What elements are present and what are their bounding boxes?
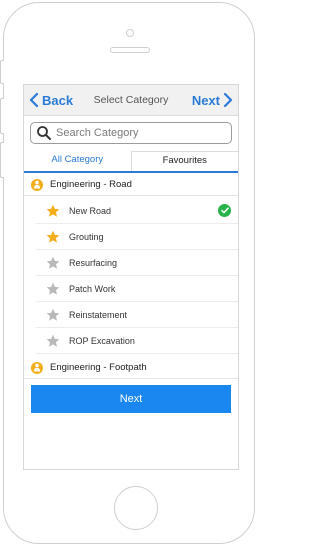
star-icon[interactable] <box>46 204 60 218</box>
list-item-label: ROP Excavation <box>69 335 135 346</box>
next-button[interactable]: Next <box>31 385 231 413</box>
list-item-label: New Road <box>69 205 112 216</box>
list-item-label: Patch Work <box>69 283 116 294</box>
phone-volume-up-button <box>0 98 4 134</box>
group-label: Engineering - Footpath <box>50 362 147 373</box>
group-header-engineering-footpath[interactable]: Engineering - Footpath <box>24 357 238 379</box>
list-item[interactable]: Patch Work <box>36 276 238 302</box>
page-title: Select Category <box>93 94 169 106</box>
list-item[interactable]: Reinstatement <box>36 302 238 328</box>
tab-favourites[interactable]: Favourites <box>130 151 238 171</box>
list-item[interactable]: Resurfacing <box>36 250 238 276</box>
star-icon[interactable] <box>46 256 60 270</box>
check-icon <box>218 204 231 217</box>
back-button[interactable]: Back <box>29 90 73 110</box>
list-item[interactable]: New Road <box>36 198 238 224</box>
star-icon[interactable] <box>46 282 60 296</box>
chevron-right-icon <box>223 93 233 107</box>
group-label: Engineering - Road <box>50 179 132 190</box>
phone-home-button[interactable] <box>114 486 158 530</box>
list-item-label: Resurfacing <box>69 257 118 268</box>
list-item-label: Reinstatement <box>69 309 128 320</box>
tab-all-category[interactable]: All Category <box>24 151 131 171</box>
list-item[interactable]: ROP Excavation <box>36 328 238 354</box>
search-icon <box>37 126 51 140</box>
phone-speaker <box>110 47 150 53</box>
search-input[interactable] <box>56 127 231 139</box>
worker-icon <box>31 178 43 191</box>
phone-camera <box>126 29 134 37</box>
chevron-left-icon <box>29 93 39 107</box>
star-icon[interactable] <box>46 334 60 348</box>
star-icon[interactable] <box>46 308 60 322</box>
app-screen: Back Select Category Next All Category F… <box>23 84 239 470</box>
worker-icon <box>31 361 43 374</box>
category-tabs: All Category Favourites <box>24 151 238 173</box>
back-button-label: Back <box>42 92 74 108</box>
next-nav-label: Next <box>191 92 220 108</box>
phone-mute-switch <box>0 60 4 84</box>
phone-volume-down-button <box>0 142 4 178</box>
group-header-engineering-road[interactable]: Engineering - Road <box>24 174 238 196</box>
next-nav-button[interactable]: Next <box>192 90 233 110</box>
star-icon[interactable] <box>46 230 60 244</box>
list-item[interactable]: Grouting <box>36 224 238 250</box>
list-item-label: Grouting <box>69 231 104 242</box>
search-box <box>30 122 232 144</box>
navigation-bar: Back Select Category Next <box>24 85 238 116</box>
